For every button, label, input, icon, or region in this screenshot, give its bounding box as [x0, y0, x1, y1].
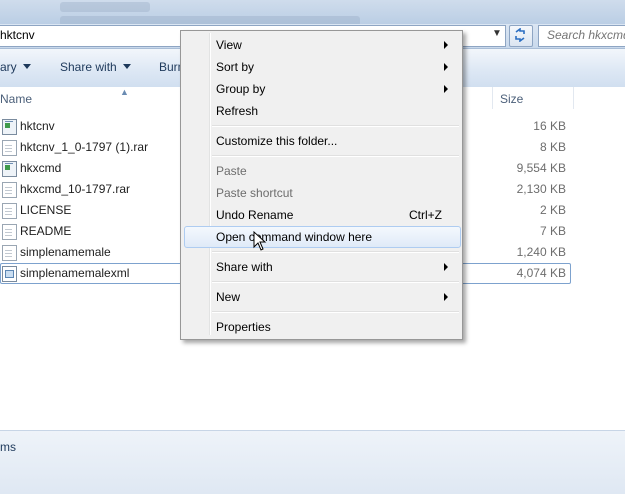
chevron-down-icon — [122, 64, 131, 69]
menu-item-label: Refresh — [216, 104, 259, 118]
file-size: 9,554 KB — [516, 161, 566, 175]
submenu-arrow-icon — [444, 85, 448, 93]
refresh-button[interactable] — [509, 25, 533, 47]
file-name: LICENSE — [20, 203, 72, 217]
column-divider[interactable] — [573, 87, 574, 109]
menu-item-label: Group by — [216, 82, 266, 96]
share-with-label: Share with — [60, 60, 117, 74]
mouse-pointer-icon — [253, 231, 267, 251]
menu-separator — [212, 155, 459, 157]
menu-item-label: Paste — [216, 164, 247, 178]
menu-item-label: View — [216, 38, 242, 52]
menu-item-properties[interactable]: Properties — [183, 316, 460, 338]
menu-item-label: Open command window here — [216, 230, 373, 244]
column-divider[interactable] — [492, 87, 493, 109]
menu-item-new[interactable]: New — [183, 286, 460, 308]
menu-item-undo-rename[interactable]: Undo Rename Ctrl+Z — [183, 204, 460, 226]
name-column-header[interactable]: Name — [0, 92, 32, 106]
submenu-arrow-icon — [444, 41, 448, 49]
application-icon — [2, 161, 17, 177]
address-path[interactable]: hktcnv — [0, 28, 35, 42]
file-name: hktcnv_1_0-1797 (1).rar — [20, 140, 149, 154]
document-icon — [2, 182, 17, 198]
menu-item-paste: Paste — [183, 160, 460, 182]
size-column-header[interactable]: Size — [500, 92, 523, 106]
file-name: hkxcmd — [20, 161, 62, 175]
file-size: 1,240 KB — [516, 245, 566, 259]
menu-item-paste-shortcut: Paste shortcut — [183, 182, 460, 204]
search-box[interactable] — [538, 25, 625, 47]
file-name: hktcnv — [20, 119, 55, 133]
document-icon — [2, 140, 17, 156]
menu-item-view[interactable]: View — [183, 34, 460, 56]
search-input[interactable] — [539, 26, 625, 44]
menu-separator — [212, 281, 459, 283]
menu-item-label: Undo Rename — [216, 208, 294, 222]
submenu-arrow-icon — [444, 63, 448, 71]
xml-document-icon — [2, 266, 17, 282]
menu-item-label: New — [216, 290, 241, 304]
menu-item-label: Share with — [216, 260, 273, 274]
organize-label: ary — [0, 60, 17, 74]
menu-item-open-command-window[interactable]: Open command window here — [183, 226, 461, 248]
chevron-down-icon — [22, 64, 31, 69]
document-icon — [2, 245, 17, 261]
menu-item-sort-by[interactable]: Sort by — [183, 56, 460, 78]
file-size: 7 KB — [539, 224, 566, 238]
menu-item-label: Paste shortcut — [216, 186, 293, 200]
file-size: 2,130 KB — [516, 182, 566, 196]
background-window-strip — [0, 0, 625, 26]
menu-item-refresh[interactable]: Refresh — [183, 100, 460, 122]
status-bar: ms — [0, 430, 625, 494]
menu-item-label: Customize this folder... — [216, 134, 338, 148]
address-dropdown-icon[interactable]: ▼ — [492, 28, 502, 39]
submenu-arrow-icon — [444, 293, 448, 301]
file-name: simplenamemalexml — [20, 266, 130, 280]
menu-separator — [212, 125, 459, 127]
menu-item-group-by[interactable]: Group by — [183, 78, 460, 100]
submenu-arrow-icon — [444, 263, 448, 271]
file-name: simplenamemale — [20, 245, 111, 259]
context-menu: View Sort by Group by Refresh Customize … — [180, 30, 463, 340]
file-name: README — [20, 224, 72, 238]
menu-item-label: Sort by — [216, 60, 255, 74]
sort-ascending-icon: ▲ — [120, 87, 129, 97]
file-size: 2 KB — [539, 203, 566, 217]
document-icon — [2, 224, 17, 240]
menu-item-share-with[interactable]: Share with — [183, 256, 460, 278]
application-icon — [2, 119, 17, 135]
file-size: 8 KB — [539, 140, 566, 154]
organize-button[interactable]: ary — [0, 60, 31, 74]
document-icon — [2, 203, 17, 219]
menu-separator — [212, 311, 459, 313]
file-size: 16 KB — [533, 119, 566, 133]
file-name: hkxcmd_10-1797.rar — [20, 182, 131, 196]
menu-separator — [212, 251, 459, 253]
refresh-icon — [515, 28, 525, 42]
item-count-text: ms — [0, 440, 16, 454]
blurred-item — [60, 2, 150, 12]
file-size: 4,074 KB — [516, 266, 566, 280]
share-with-button[interactable]: Share with — [60, 60, 131, 74]
menu-item-customize-folder[interactable]: Customize this folder... — [183, 130, 460, 152]
menu-item-label: Properties — [216, 320, 271, 334]
shortcut-text: Ctrl+Z — [409, 208, 442, 222]
